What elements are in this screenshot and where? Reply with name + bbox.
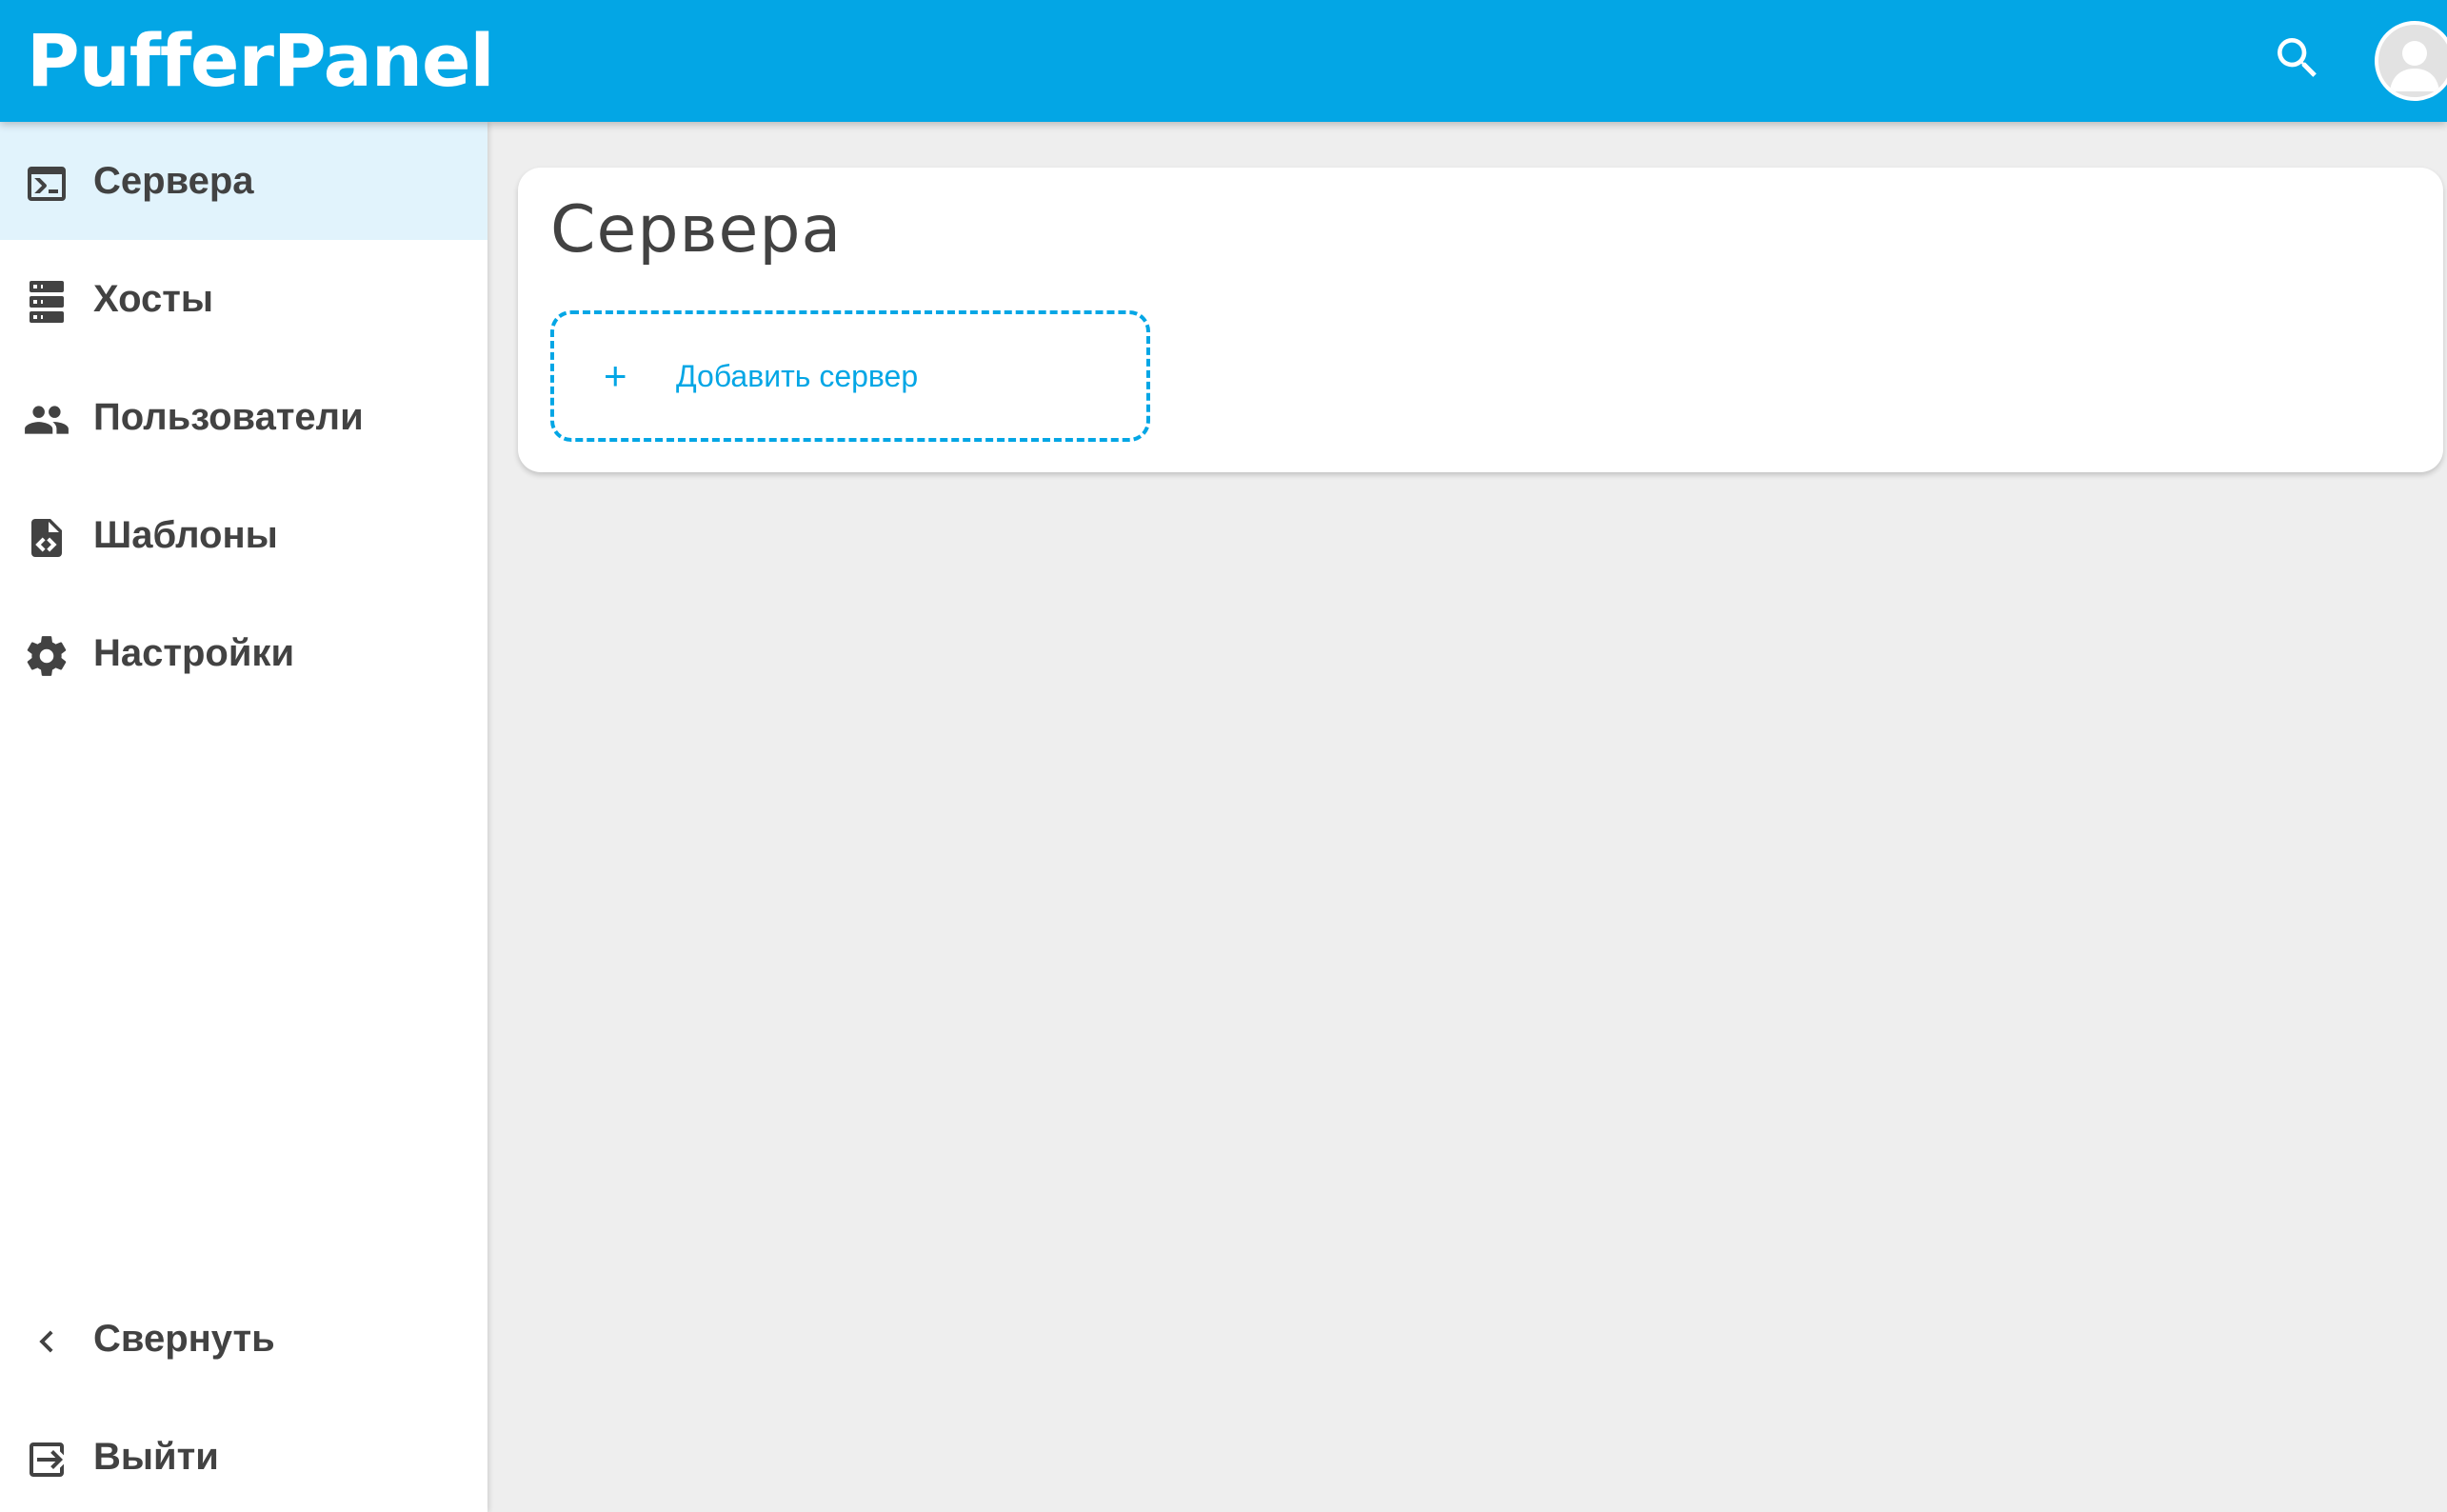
brand-logo[interactable]: PufferPanel bbox=[27, 13, 495, 109]
plus-icon: + bbox=[604, 353, 627, 398]
file-code-icon bbox=[23, 514, 70, 562]
logout-icon bbox=[23, 1436, 70, 1483]
page-title: Сервера bbox=[550, 192, 843, 268]
sidebar-item-label: Сервера bbox=[93, 160, 254, 202]
sidebar-item-label: Настройки bbox=[93, 632, 295, 674]
sidebar-item-label: Шаблоны bbox=[93, 514, 278, 556]
sidebar-item-hosts[interactable]: Хосты bbox=[0, 240, 487, 358]
sidebar-item-label: Свернуть bbox=[93, 1318, 275, 1360]
gear-icon bbox=[23, 632, 70, 680]
search-button[interactable] bbox=[2266, 29, 2329, 91]
add-server-label: Добавить сервер bbox=[676, 359, 919, 393]
sidebar-item-label: Выйти bbox=[93, 1436, 219, 1478]
avatar[interactable] bbox=[2375, 21, 2447, 101]
sidebar: Сервера Хосты Пользователи Шаблоны Настр… bbox=[0, 122, 487, 1512]
app-bar: PufferPanel bbox=[0, 0, 2447, 122]
search-icon bbox=[2271, 31, 2324, 90]
sidebar-collapse-button[interactable]: Свернуть bbox=[0, 1280, 487, 1398]
server-stack-icon bbox=[23, 278, 70, 326]
sidebar-item-templates[interactable]: Шаблоны bbox=[0, 476, 487, 594]
account-circle-icon bbox=[2378, 41, 2447, 97]
servers-card: Сервера + Добавить сервер bbox=[518, 168, 2443, 472]
sidebar-logout-button[interactable]: Выйти bbox=[0, 1398, 487, 1512]
sidebar-item-label: Хосты bbox=[93, 278, 214, 320]
console-icon bbox=[23, 160, 70, 208]
chevron-left-icon bbox=[23, 1318, 70, 1365]
add-server-button[interactable]: + Добавить сервер bbox=[550, 310, 1150, 442]
account-group-icon bbox=[23, 396, 70, 444]
sidebar-item-settings[interactable]: Настройки bbox=[0, 594, 487, 712]
sidebar-item-label: Пользователи bbox=[93, 396, 364, 438]
sidebar-item-servers[interactable]: Сервера bbox=[0, 122, 487, 240]
sidebar-item-users[interactable]: Пользователи bbox=[0, 358, 487, 476]
